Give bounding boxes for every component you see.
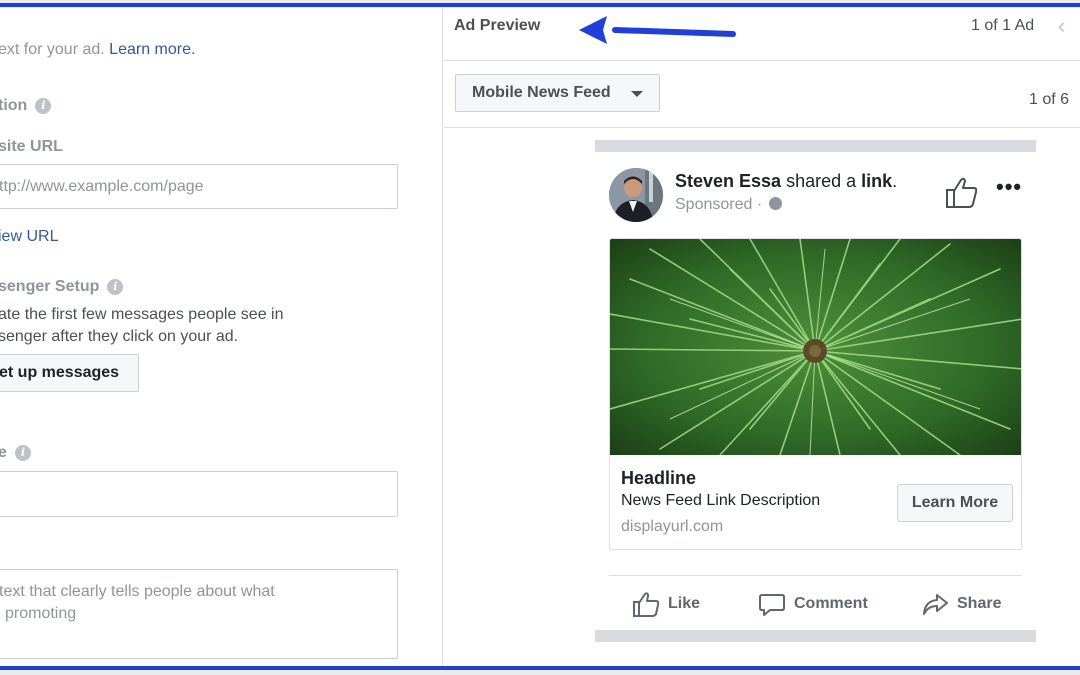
intro-text: ext for your ad.: [0, 41, 105, 58]
feed-divider-bottom: [595, 630, 1036, 642]
sponsored-row: Sponsored ·: [675, 196, 782, 214]
like-icon: [633, 592, 660, 617]
ad-creative-form-panel: ext for your ad. Learn more. tion i site …: [0, 8, 443, 666]
share-icon: [923, 594, 948, 615]
info-icon[interactable]: i: [107, 279, 124, 295]
ad-description: News Feed Link Description: [621, 492, 821, 509]
poster-name[interactable]: Steven Essa: [675, 171, 781, 191]
display-label: e: [0, 444, 7, 461]
globe-icon: [768, 197, 782, 210]
destination-label: tion: [0, 97, 28, 114]
more-dots-icon[interactable]: •••: [996, 174, 1022, 200]
display-url: displayurl.com: [621, 518, 724, 535]
caret-down-icon: [631, 91, 643, 97]
feed-divider-top: [595, 140, 1036, 152]
share-label: Share: [957, 595, 1002, 612]
thumbs-up-icon[interactable]: [944, 174, 980, 210]
comment-action[interactable]: Comment: [758, 590, 878, 618]
shared-text: shared a: [781, 171, 862, 191]
shared-period: .: [892, 171, 898, 191]
placement-value: Mobile News Feed: [472, 84, 611, 101]
destination-label-row: tion i: [0, 97, 52, 115]
placement-page-count: 1 of 6: [1029, 91, 1070, 108]
like-label: Like: [668, 595, 701, 612]
arrow-annotation: [579, 16, 736, 44]
comment-label: Comment: [794, 595, 868, 612]
set-up-messages-button[interactable]: et up messages: [0, 354, 139, 392]
intro-text-row: ext for your ad. Learn more.: [0, 41, 195, 59]
preview-header: Ad Preview 1 of 1 Ad ‹: [444, 8, 1080, 61]
display-label-row: ei: [0, 444, 31, 462]
messenger-setup-label-row: senger Setup i: [0, 278, 124, 296]
ad-image: [610, 239, 1021, 455]
ad-text-textarea[interactable]: text that clearly tells people about wha…: [0, 569, 398, 659]
display-input[interactable]: [0, 471, 398, 517]
placement-dropdown[interactable]: Mobile News Feed: [455, 74, 660, 112]
top-frame-border: [0, 0, 1080, 8]
comment-icon: [759, 594, 785, 616]
set-up-messages-label: et up messages: [0, 364, 120, 381]
preview-toolbar: Mobile News Feed 1 of 6: [444, 61, 1080, 128]
learn-more-button[interactable]: Learn More: [897, 484, 1013, 522]
bottom-frame-border: [0, 666, 1080, 675]
avatar[interactable]: [609, 168, 663, 222]
ad-headline: Headline: [621, 468, 697, 488]
news-feed-preview: Steven Essa shared a link. Sponsored · •…: [444, 128, 1080, 666]
messenger-help-line-1: ate the first few messages people see in: [0, 306, 284, 323]
learn-more-link[interactable]: Learn more.: [109, 41, 195, 58]
ad-preview-title: Ad Preview: [454, 17, 541, 34]
ad-count: 1 of 1 Ad: [971, 17, 1035, 34]
ad-preview-panel: Ad Preview 1 of 1 Ad ‹ Mobile News Feed …: [444, 8, 1080, 666]
ad-text-placeholder-2: promoting: [5, 605, 77, 622]
link-card[interactable]: Headline News Feed Link Description disp…: [609, 238, 1022, 550]
website-url-label: site URL: [0, 138, 63, 155]
shared-link-word[interactable]: link: [861, 171, 892, 191]
actions-divider: [609, 575, 1022, 576]
share-action[interactable]: Share: [921, 590, 1011, 618]
info-icon[interactable]: i: [14, 445, 31, 461]
post-header-line: Steven Essa shared a link.: [675, 171, 897, 192]
website-url-placeholder: ttp://www.example.com/page: [0, 178, 204, 195]
messenger-setup-label: senger Setup: [0, 278, 100, 295]
website-url-input[interactable]: ttp://www.example.com/page: [0, 164, 398, 209]
info-icon[interactable]: i: [35, 98, 52, 114]
messenger-help-line-2: senger after they click on your ad.: [0, 328, 239, 345]
chevron-left-icon[interactable]: ‹: [1058, 13, 1065, 39]
sponsored-label: Sponsored: [675, 196, 753, 213]
ad-text-placeholder-1: text that clearly tells people about wha…: [0, 583, 275, 600]
preview-url-link[interactable]: iew URL: [0, 228, 58, 246]
like-action[interactable]: Like: [632, 590, 702, 618]
